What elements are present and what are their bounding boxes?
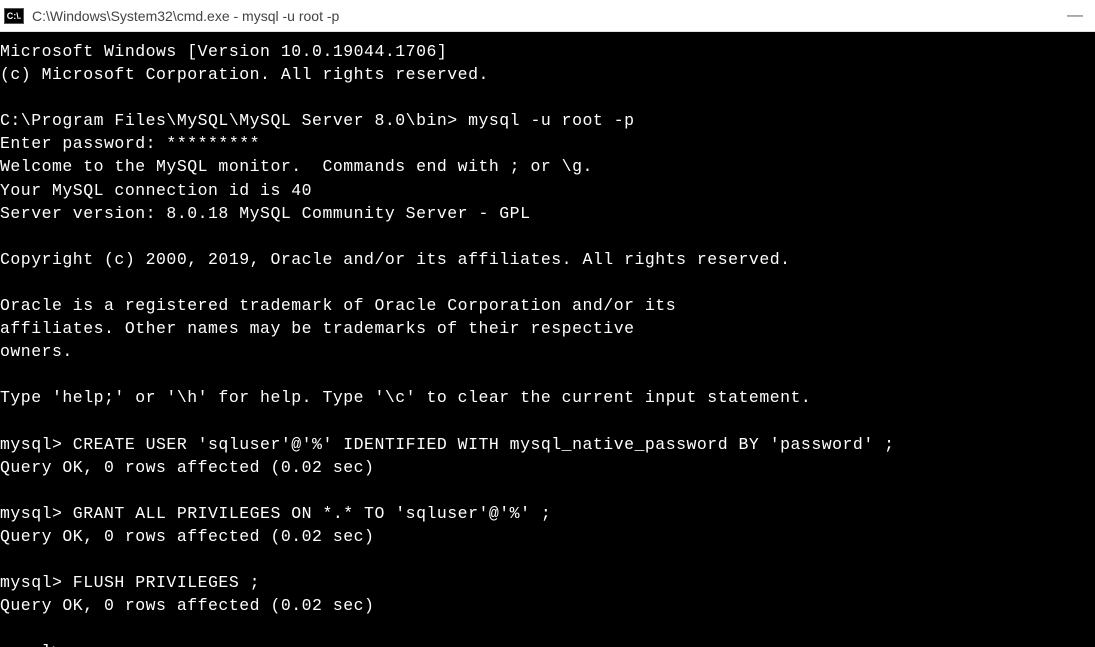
window-title-bar: C:\. C:\Windows\System32\cmd.exe - mysql… <box>0 0 1095 32</box>
terminal-output[interactable]: Microsoft Windows [Version 10.0.19044.17… <box>0 32 1095 647</box>
window-title: C:\Windows\System32\cmd.exe - mysql -u r… <box>32 8 1069 24</box>
minimize-button[interactable]: — <box>1069 10 1081 22</box>
cmd-icon: C:\. <box>4 8 24 24</box>
window-controls: — <box>1069 10 1081 22</box>
